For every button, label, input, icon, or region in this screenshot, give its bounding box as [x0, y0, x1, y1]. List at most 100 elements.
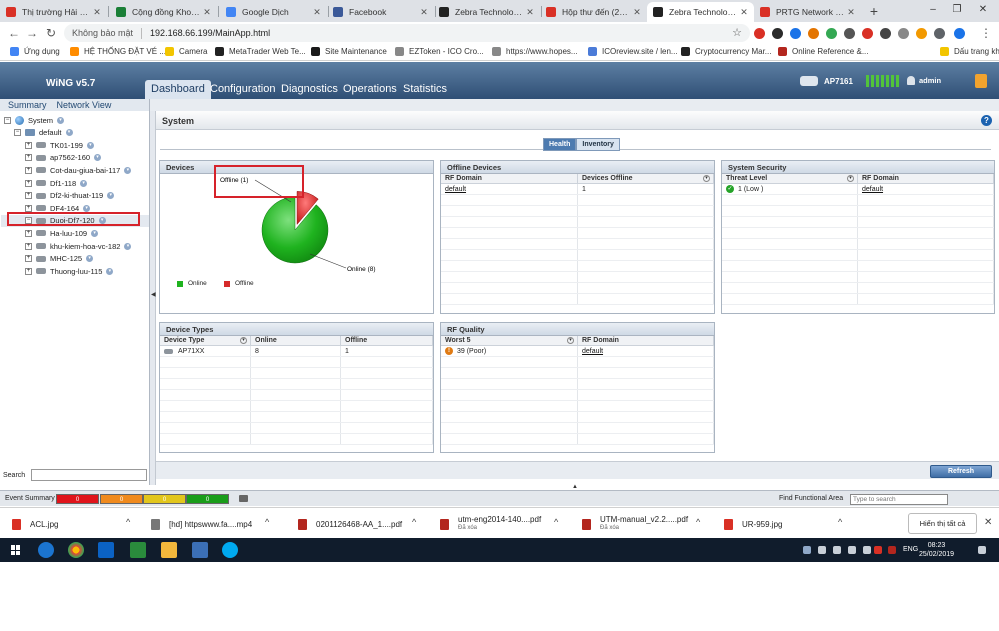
extension-icon[interactable] [954, 28, 965, 39]
tree-expander-icon[interactable]: + [25, 166, 32, 174]
find-functional-area-input[interactable] [850, 494, 948, 505]
tree-expander-icon[interactable]: + [25, 154, 32, 162]
download-item[interactable]: ACL.jpg ^ [12, 513, 130, 535]
chevron-up-icon[interactable]: ^ [696, 517, 700, 527]
windows-start-icon[interactable] [11, 545, 21, 555]
node-menu-icon[interactable]: ▾ [86, 255, 94, 263]
tab-network-view[interactable]: Network View [57, 99, 112, 111]
chevron-up-icon[interactable]: ^ [838, 517, 842, 527]
extension-icon[interactable] [808, 28, 819, 39]
download-item[interactable]: UTM-manual_v2.2.....pdf Đã xóa ^ [582, 513, 700, 535]
download-item[interactable]: [hd] httpswww.fa....mp4 ^ [151, 513, 269, 535]
tray-icon[interactable] [888, 546, 896, 554]
tree-expander-icon[interactable]: + [25, 141, 32, 149]
bookmark-item[interactable]: Online Reference &... [778, 47, 868, 56]
node-menu-icon[interactable]: ▾ [94, 154, 102, 162]
table-row[interactable]: ! 39 (Poor) default [441, 346, 714, 357]
col-threat-level[interactable]: Threat Level ▾ [722, 174, 858, 183]
close-window-button[interactable]: ✕ [972, 2, 994, 18]
new-tab-button[interactable]: + [866, 3, 882, 19]
extension-adblock-icon[interactable] [754, 28, 765, 39]
main-tab-configuration[interactable]: Configuration [204, 80, 281, 99]
col-rf-domain[interactable]: RF Domain [858, 174, 994, 183]
tab-health[interactable]: Health [543, 138, 577, 151]
skype-icon[interactable] [222, 542, 238, 558]
file-explorer-icon[interactable] [161, 542, 177, 558]
extension-icon[interactable] [880, 28, 891, 39]
event-count-info[interactable]: 0 [186, 494, 229, 504]
column-menu-icon[interactable]: ▾ [703, 175, 710, 182]
restore-button[interactable]: ❐ [946, 2, 968, 18]
node-menu-icon[interactable]: ▾ [124, 166, 132, 174]
notifications-icon[interactable] [978, 546, 986, 554]
bookmark-item[interactable]: Cryptocurrency Mar... [681, 47, 771, 56]
tree-node-device[interactable]: + ap7562-160 ▾ [25, 152, 102, 164]
taskbar-clock[interactable]: 08:23 25/02/2019 [919, 541, 954, 559]
download-item[interactable]: 0201126468-AA_1....pdf ^ [298, 513, 416, 535]
extension-icon[interactable] [790, 28, 801, 39]
table-row[interactable]: ✓ 1 (Low ) default [722, 184, 994, 195]
address-bar[interactable]: Không bảo mật 192.168.66.199/MainApp.htm… [64, 24, 750, 42]
node-menu-icon[interactable]: ▾ [80, 179, 88, 187]
extension-icon[interactable] [826, 28, 837, 39]
bookmark-item[interactable]: Site Maintenance [311, 47, 387, 56]
remote-desktop-icon[interactable] [192, 542, 208, 558]
tree-node-device[interactable]: + khu-kiem-hoa-vc-182 ▾ [25, 240, 132, 252]
bookmark-item[interactable]: MetaTrader Web Te... [215, 47, 306, 56]
download-item[interactable]: utm-eng2014-140....pdf Đã xóa ^ [440, 513, 558, 535]
download-item[interactable]: UR-959.jpg ^ [724, 513, 842, 535]
col-offline[interactable]: Offline [341, 336, 433, 345]
chevron-up-icon[interactable]: ^ [554, 517, 558, 527]
tree-expander-icon[interactable]: + [25, 267, 32, 275]
bookmark-item[interactable]: https://www.hopes... [492, 47, 578, 56]
event-count-warning[interactable]: 0 [143, 494, 186, 504]
bookmark-item[interactable]: HỆ THỐNG ĐẶT VÉ ... [70, 47, 166, 56]
node-menu-icon[interactable]: ▾ [106, 267, 114, 275]
user-name[interactable]: admin [919, 76, 941, 85]
browser-tab[interactable]: Zebra Technologies ✕ [647, 2, 754, 22]
tree-expander-icon[interactable]: − [14, 129, 21, 137]
node-menu-icon[interactable]: ▾ [57, 116, 65, 124]
help-icon[interactable]: ? [981, 115, 992, 126]
col-rf-domain[interactable]: RF Domain [578, 336, 714, 345]
event-count-error[interactable]: 0 [100, 494, 143, 504]
extension-icon[interactable] [772, 28, 783, 39]
bookmark-item[interactable]: EZToken - ICO Cro... [395, 47, 484, 56]
tree-expander-icon[interactable]: + [25, 242, 32, 250]
bookmark-item[interactable]: ICOreview.site / len... [588, 47, 678, 56]
network-icon[interactable] [848, 546, 856, 554]
tree-expander-icon[interactable]: + [25, 255, 32, 263]
tree-node-device[interactable]: + Df1-118 ▾ [25, 177, 88, 189]
volume-icon[interactable] [863, 546, 871, 554]
browser-tab[interactable]: Google Dịch ✕ [220, 2, 327, 22]
tab-close-icon[interactable]: ✕ [201, 7, 213, 18]
internet-explorer-icon[interactable] [38, 542, 54, 558]
main-tab-operations[interactable]: Operations [337, 80, 403, 99]
tree-expander-icon[interactable]: + [25, 192, 32, 200]
col-online[interactable]: Online [251, 336, 341, 345]
camera-icon[interactable] [239, 495, 248, 502]
chevron-up-icon[interactable]: ^ [412, 517, 416, 527]
outlook-icon[interactable] [98, 542, 114, 558]
node-menu-icon[interactable]: ▾ [86, 141, 94, 149]
node-menu-icon[interactable]: ▾ [83, 204, 91, 212]
extension-icon[interactable] [844, 28, 855, 39]
col-worst-5[interactable]: Worst 5 ▾ [441, 336, 578, 345]
rf-domain-link[interactable]: default [862, 186, 883, 193]
rf-domain-link[interactable]: default [582, 348, 603, 355]
menu-kebab-icon[interactable]: ⋮ [978, 25, 994, 41]
tray-icon[interactable] [818, 546, 826, 554]
browser-tab[interactable]: Thị trường Hải Phòng✕ [0, 2, 107, 22]
node-menu-icon[interactable]: ▾ [107, 192, 115, 200]
collapse-arrow-icon[interactable]: ◀ [151, 291, 156, 298]
tree-node-device[interactable]: + MHC-125 ▾ [25, 253, 94, 265]
tree-node-domain[interactable]: − default ▾ [14, 127, 73, 139]
tab-close-icon[interactable]: ✕ [311, 7, 323, 18]
tab-close-icon[interactable]: ✕ [524, 7, 536, 18]
tab-summary[interactable]: Summary [8, 99, 47, 111]
event-count-critical[interactable]: 0 [56, 494, 99, 504]
tree-node-device[interactable]: + Ha-luu-109 ▾ [25, 227, 99, 239]
rf-domain-link[interactable]: default [445, 186, 466, 193]
node-menu-icon[interactable]: ▾ [65, 129, 73, 137]
browser-tab[interactable]: Hộp thư đến (274) ✕ [540, 2, 647, 22]
